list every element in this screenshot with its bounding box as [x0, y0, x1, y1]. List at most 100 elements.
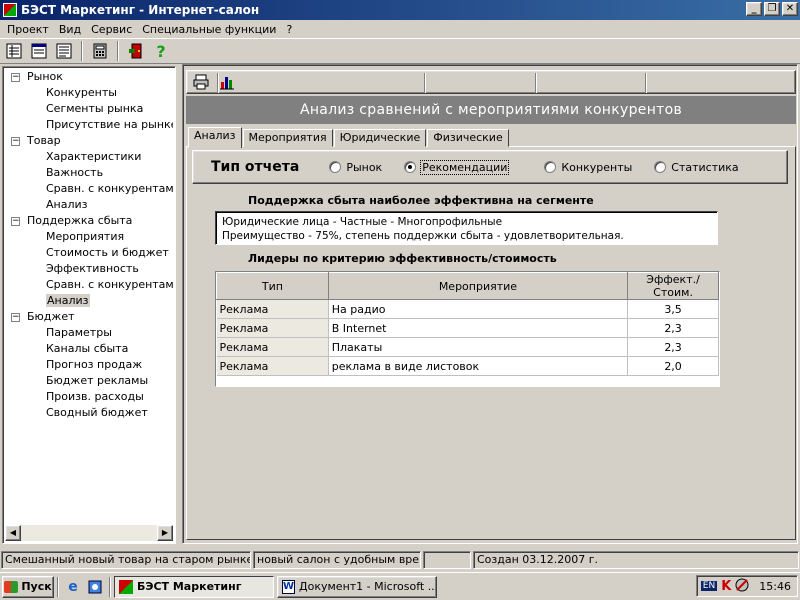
- start-button[interactable]: Пуск: [2, 575, 54, 598]
- minimize-button[interactable]: _: [746, 2, 762, 16]
- table-row[interactable]: Реклама реклама в виде листовок 2,0: [216, 356, 719, 376]
- tree-item-label: Прогноз продаж: [46, 358, 143, 371]
- column-header-efficiency[interactable]: Эффект./Стоим.: [627, 272, 719, 300]
- quick-launch-icon[interactable]: [84, 576, 106, 598]
- table-row[interactable]: Реклама На радио 3,5: [216, 299, 719, 319]
- tree-item-label: Анализ: [46, 294, 90, 307]
- support-line-2: Преимущество - 75%, степень поддержки сб…: [222, 230, 624, 242]
- tree-item[interactable]: Прогноз продаж: [5, 357, 173, 373]
- tree-item[interactable]: Сегменты рынка: [5, 101, 173, 117]
- cell-type: Реклама: [216, 318, 329, 338]
- tree-item-label: Эффективность: [46, 262, 139, 275]
- tab-events[interactable]: Мероприятия: [242, 129, 333, 147]
- radio-recommendations[interactable]: Рекомендации: [404, 159, 510, 175]
- leaders-table: Тип Мероприятие Эффект./Стоим. Реклама На…: [215, 271, 720, 387]
- radio-market[interactable]: Рынок: [329, 161, 382, 174]
- tree-item-label: Бюджет: [27, 310, 75, 323]
- radio-statistics-circle[interactable]: [654, 161, 667, 173]
- report-type-group: Тип отчета Рынок Рекомендации Конкуренты…: [192, 150, 788, 184]
- chart-icon[interactable]: [216, 71, 238, 93]
- tree-item[interactable]: Анализ: [5, 197, 173, 213]
- tree-group-item[interactable]: − Товар: [5, 133, 173, 149]
- tab-legal-entities[interactable]: Юридические: [333, 129, 427, 147]
- cell-event: реклама в виде листовок: [328, 356, 629, 376]
- scroll-left-button[interactable]: ◀: [5, 525, 21, 541]
- help-icon[interactable]: ?: [150, 40, 172, 62]
- close-button[interactable]: ✕: [782, 2, 798, 16]
- tree-item-label: Важность: [46, 166, 104, 179]
- app-icon: [3, 3, 17, 17]
- internet-explorer-icon[interactable]: e: [62, 576, 84, 598]
- tree-group-item[interactable]: − Рынок: [5, 69, 173, 85]
- menu-project[interactable]: Проект: [2, 23, 54, 36]
- restore-button[interactable]: ❐: [764, 2, 780, 16]
- tree-group-item[interactable]: − Поддержка сбыта: [5, 213, 173, 229]
- tree-item[interactable]: Эффективность: [5, 261, 173, 277]
- report-view-icon[interactable]: [53, 40, 75, 62]
- menu-special-functions[interactable]: Специальные функции: [137, 23, 281, 36]
- windows-logo-icon: [4, 580, 19, 593]
- exit-door-icon[interactable]: [125, 40, 147, 62]
- tree-item-label: Сегменты рынка: [46, 102, 144, 115]
- tree-item[interactable]: Каналы сбыта: [5, 341, 173, 357]
- cell-event: В Internet: [328, 318, 629, 338]
- support-section-title: Поддержка сбыта наиболее эффективна на с…: [248, 194, 594, 207]
- radio-recommendations-circle[interactable]: [404, 161, 417, 173]
- tree-item[interactable]: Бюджет рекламы: [5, 373, 173, 389]
- radio-market-circle[interactable]: [329, 161, 342, 173]
- tree-item[interactable]: Характеристики: [5, 149, 173, 165]
- support-line-1: Юридические лица - Частные - Многопрофил…: [222, 216, 503, 228]
- list-view-icon[interactable]: [3, 40, 25, 62]
- table-view-icon[interactable]: [28, 40, 50, 62]
- tree-item-label: Рынок: [27, 70, 63, 83]
- tree-item[interactable]: Присутствие на рынке: [5, 117, 173, 133]
- radio-competitors[interactable]: Конкуренты: [544, 161, 632, 174]
- tree-item-label: Произв. расходы: [46, 390, 144, 403]
- menu-help[interactable]: ?: [281, 23, 297, 36]
- tree-item[interactable]: Стоимость и бюджет: [5, 245, 173, 261]
- network-icon[interactable]: [735, 578, 749, 595]
- radio-competitors-circle[interactable]: [544, 161, 557, 173]
- tree-item[interactable]: Мероприятия: [5, 229, 173, 245]
- tree-item[interactable]: Сравн. с конкурентами: [5, 181, 173, 197]
- tab-individuals[interactable]: Физические: [427, 129, 509, 147]
- tree-item[interactable]: Сравн. с конкурентами: [5, 277, 173, 293]
- column-header-type[interactable]: Тип: [216, 272, 329, 300]
- scroll-right-button[interactable]: ▶: [157, 525, 173, 541]
- menu-view[interactable]: Вид: [54, 23, 86, 36]
- antivirus-icon[interactable]: K: [721, 579, 731, 594]
- tree-item-label: Сравн. с конкурентами: [46, 278, 173, 291]
- collapse-icon[interactable]: −: [11, 73, 20, 82]
- menu-bar: Проект Вид Сервис Специальные функции ?: [0, 20, 800, 38]
- cell-event: На радио: [328, 299, 629, 319]
- print-icon[interactable]: [190, 71, 212, 93]
- title-bar: БЭСТ Маркетинг - Интернет-салон _ ❐ ✕: [0, 0, 800, 20]
- tree-item[interactable]: Параметры: [5, 325, 173, 341]
- status-segment: Смешанный новый товар на старом рынке: [1, 551, 251, 569]
- column-header-event[interactable]: Мероприятие: [327, 272, 629, 300]
- language-indicator[interactable]: EN: [700, 581, 718, 591]
- collapse-icon[interactable]: −: [11, 137, 20, 146]
- task-best-marketing[interactable]: БЭСТ Маркетинг: [114, 575, 274, 598]
- tree-item[interactable]: Анализ: [5, 293, 173, 309]
- status-created: Создан 03.12.2007 г.: [473, 551, 799, 569]
- tree-item-label: Сравн. с конкурентами: [46, 182, 173, 195]
- collapse-icon[interactable]: −: [11, 217, 20, 226]
- tree-item[interactable]: Произв. расходы: [5, 389, 173, 405]
- tree-horizontal-scrollbar[interactable]: ◀ ▶: [5, 525, 173, 541]
- task-word-document[interactable]: W Документ1 - Microsoft ...: [277, 575, 437, 598]
- radio-statistics[interactable]: Статистика: [654, 161, 739, 174]
- table-row[interactable]: Реклама Плакаты 2,3: [216, 337, 719, 357]
- tree-item[interactable]: Конкуренты: [5, 85, 173, 101]
- table-row[interactable]: Реклама В Internet 2,3: [216, 318, 719, 338]
- tree-item[interactable]: Сводный бюджет: [5, 405, 173, 421]
- tree-item-label: Анализ: [46, 198, 88, 211]
- tree-item-label: Бюджет рекламы: [46, 374, 149, 387]
- cell-efficiency: 2,0: [627, 356, 719, 376]
- tab-analysis[interactable]: Анализ: [188, 127, 242, 148]
- calculator-icon[interactable]: [89, 40, 111, 62]
- menu-service[interactable]: Сервис: [86, 23, 137, 36]
- tree-item[interactable]: Важность: [5, 165, 173, 181]
- collapse-icon[interactable]: −: [11, 313, 20, 322]
- tree-group-item[interactable]: − Бюджет: [5, 309, 173, 325]
